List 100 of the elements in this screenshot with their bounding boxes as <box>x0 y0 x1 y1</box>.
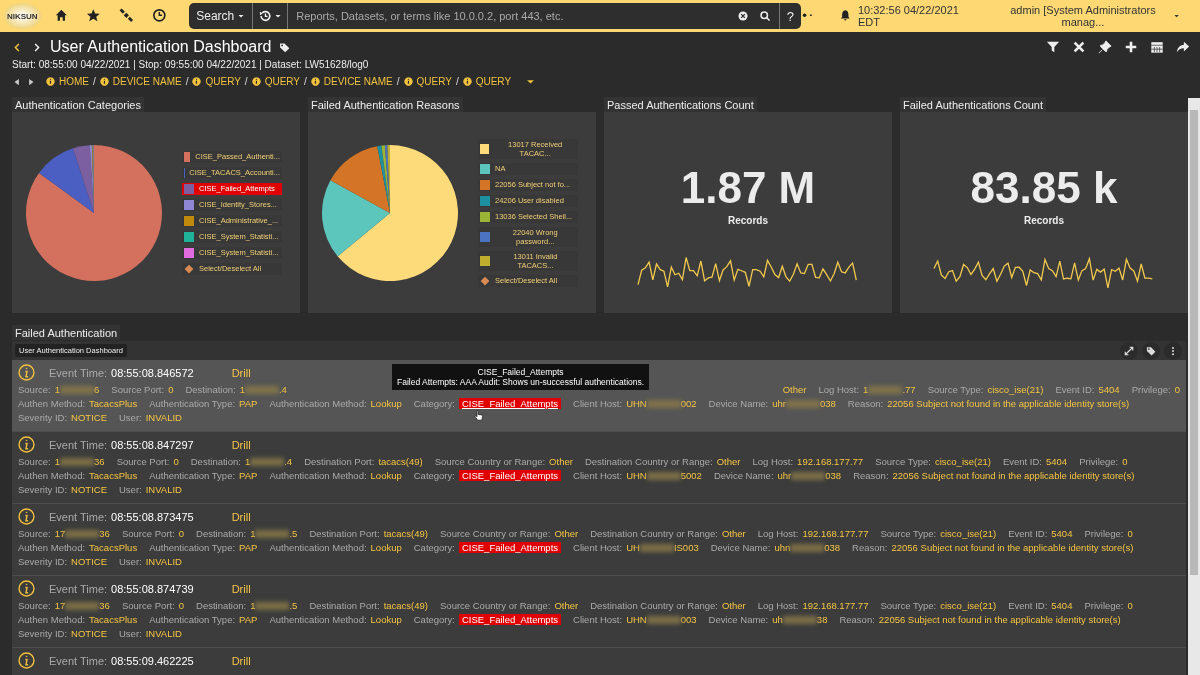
field-value: 0 <box>1127 528 1133 539</box>
blurred-text <box>646 471 681 480</box>
blurred-text <box>786 399 820 408</box>
field-label: Category: <box>413 398 455 409</box>
field-label: Privilege: <box>1084 528 1124 539</box>
field-label: Source Type: <box>880 600 937 611</box>
field-label: Log Host: <box>818 384 860 395</box>
event-row[interactable]: Event Time: 08:55:09.462225 Drill <box>12 648 1186 675</box>
breadcrumb[interactable]: DEVICE NAME <box>112 76 182 87</box>
tag-icon <box>279 41 291 53</box>
blurred-text <box>60 457 95 466</box>
breadcrumb-separator: / <box>185 76 189 87</box>
field-value: Lookup <box>370 542 402 553</box>
field-label: Authen Method: <box>18 470 86 481</box>
drill-link[interactable]: Drill <box>225 581 257 596</box>
field-value: TacacsPlus <box>89 614 138 625</box>
logo[interactable]: NIKSUN <box>4 3 41 29</box>
breadcrumb[interactable]: QUERY <box>264 76 301 87</box>
breadcrumb[interactable]: DEVICE NAME <box>323 76 393 87</box>
field-label: Event Time: <box>49 582 108 595</box>
clock: 10:32:56 04/22/2021 EDT <box>857 4 960 28</box>
field-value: 0 <box>178 528 184 539</box>
user-menu[interactable]: admin [System Administrators manag... <box>991 3 1186 29</box>
breadcrumb-separator: / <box>244 76 248 87</box>
info-icon <box>462 77 472 86</box>
category-link[interactable]: CISE_Failed_Attempts <box>458 470 562 481</box>
pie-slice[interactable] <box>73 144 94 213</box>
field-label: Authentication Type: <box>149 614 236 625</box>
filter-icon <box>1046 40 1060 54</box>
field-value: Other <box>721 600 746 611</box>
pie-slice[interactable] <box>39 147 94 213</box>
event-row[interactable] <box>12 432 1186 504</box>
event-row[interactable] <box>12 360 1186 432</box>
blurred-text <box>244 385 279 394</box>
drill-link[interactable]: Drill <box>225 365 257 380</box>
field-value: Other <box>716 456 741 467</box>
field-value: cisco_ise(21) <box>934 456 991 467</box>
pie-slice[interactable] <box>322 179 390 256</box>
field-value: cisco_ise(21) <box>940 528 997 539</box>
pie-slice[interactable] <box>330 145 390 213</box>
search-bar[interactable]: Search Reports, Datasets, or terms like 10.0.0.2, port 443, etc. ? <box>189 3 801 29</box>
panel-title: Passed Authentications Count <box>604 97 757 112</box>
field-label: Severity ID: <box>18 412 68 423</box>
field-label: Destination: <box>190 456 241 467</box>
field-value: UHN 002 <box>626 398 697 409</box>
field-value: NOTICE <box>71 412 107 423</box>
category-link[interactable]: CISE_Failed_Attempts <box>458 614 562 625</box>
field-value: INVALID <box>145 484 182 495</box>
field-label: Source Country or Range: <box>440 600 551 611</box>
event-row[interactable] <box>12 504 1186 576</box>
drill-link[interactable]: Drill <box>225 509 257 524</box>
info-icon <box>18 652 35 669</box>
help-button[interactable]: ? <box>779 3 801 29</box>
category-link[interactable]: CISE_Failed_Attempts <box>458 398 562 409</box>
field-label: Authentication Type: <box>149 398 236 409</box>
drill-link[interactable]: Drill <box>225 437 257 452</box>
field-value: 1 .4 <box>244 456 293 467</box>
breadcrumb-separator: / <box>304 76 307 87</box>
field-label: Source: <box>18 456 51 467</box>
field-label: Source: <box>18 528 51 539</box>
search-menu[interactable]: Search <box>189 3 254 29</box>
breadcrumb[interactable]: QUERY <box>205 76 241 87</box>
field-value: 17 36 <box>54 600 110 611</box>
count-value: 1.87 M <box>680 163 816 213</box>
info-icon <box>99 77 109 86</box>
breadcrumb[interactable]: HOME <box>59 76 89 87</box>
more-button[interactable] <box>1164 342 1182 360</box>
blurred-text <box>255 601 290 610</box>
pie-slice[interactable] <box>26 144 162 281</box>
blurred-text <box>646 399 681 408</box>
field-label: Source Type: <box>875 456 931 467</box>
field-value: 1 .4 <box>239 384 287 395</box>
tag-button[interactable] <box>1142 342 1160 360</box>
field-value: 1 .77 <box>863 384 916 395</box>
field-label: Privilege: <box>1131 384 1171 395</box>
expand-button[interactable] <box>1120 342 1138 360</box>
pin-icon <box>1098 40 1112 54</box>
event-row[interactable] <box>12 576 1186 648</box>
blurred-text <box>868 385 903 394</box>
field-value: TacacsPlus <box>89 542 138 553</box>
field-label: Severity ID: <box>18 628 68 639</box>
field-value: 22056 Subject not found in the applicable identity store(s) <box>878 614 1121 625</box>
category-link[interactable]: CISE_Failed_Attempts <box>458 542 562 553</box>
search-field[interactable]: Reports, Datasets, or terms like 10.0.0.2, port 443, etc. <box>288 10 737 22</box>
field-label: Destination: <box>196 600 247 611</box>
count-unit: Records <box>728 215 768 226</box>
breadcrumb[interactable]: QUERY <box>416 76 452 87</box>
drill-link[interactable]: Drill <box>225 653 257 668</box>
field-label: Event ID: <box>1008 600 1048 611</box>
info-icon <box>18 580 35 597</box>
scrollbar-thumb[interactable] <box>1190 110 1198 575</box>
scrollbar[interactable] <box>1188 98 1200 675</box>
blurred-text <box>255 529 290 538</box>
field-value: 0 <box>168 384 174 395</box>
hand-cursor-icon <box>474 410 486 422</box>
field-label: Event Time: <box>49 366 108 379</box>
breadcrumb[interactable]: QUERY <box>475 76 512 87</box>
field-value: Lookup <box>370 470 402 481</box>
field-label: Log Host: <box>757 600 799 611</box>
pie-slice[interactable] <box>337 144 458 281</box>
